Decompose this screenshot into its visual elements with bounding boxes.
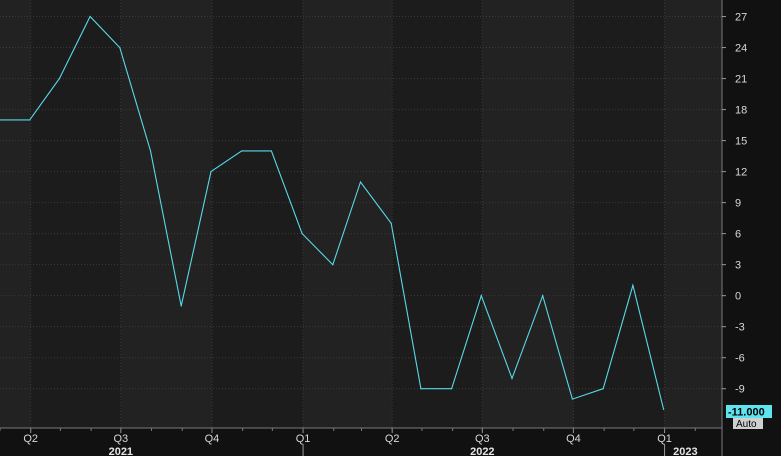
- data-point: [359, 181, 362, 183]
- y-axis-gutter: [722, 0, 781, 456]
- y-tick-label: 27: [735, 12, 747, 24]
- y-tick-label: -3: [735, 322, 745, 334]
- data-point: [241, 150, 243, 152]
- y-tick-label: -6: [735, 353, 745, 365]
- x-tick-label: Q4: [205, 433, 220, 445]
- x-tick-label: Q4: [566, 433, 581, 445]
- plot-band: [573, 0, 665, 428]
- x-tick-label: Q1: [657, 433, 672, 445]
- last-value-marker: -11.000: [726, 405, 772, 419]
- x-tick-label: Q2: [23, 433, 38, 445]
- x-tick-label: Q1: [296, 433, 311, 445]
- y-tick-label: 24: [735, 43, 747, 55]
- y-tick-label: 21: [735, 74, 747, 86]
- plot-band: [0, 0, 31, 428]
- y-tick-label: 0: [735, 291, 741, 303]
- y-tick-label: 15: [735, 136, 747, 148]
- plot-band: [482, 0, 574, 428]
- data-point: [270, 150, 272, 152]
- data-point: [420, 388, 422, 390]
- data-point: [390, 222, 392, 224]
- data-point: [632, 284, 634, 286]
- data-point: [149, 150, 152, 152]
- data-point: [301, 233, 303, 235]
- data-point: [58, 77, 61, 80]
- year-label: 2023: [673, 446, 697, 456]
- data-point: [511, 377, 513, 379]
- plot-band: [664, 0, 722, 428]
- data-point: [451, 388, 453, 390]
- auto-scale-control[interactable]: Auto: [733, 418, 763, 430]
- y-tick-label: 12: [735, 167, 747, 179]
- y-tick-label: 6: [735, 229, 741, 241]
- plot-band: [303, 0, 393, 428]
- plot-band: [211, 0, 304, 428]
- y-tick-label: 18: [735, 105, 747, 117]
- data-point: [662, 408, 665, 410]
- year-label: 2022: [470, 446, 494, 456]
- y-tick-label: 3: [735, 260, 741, 272]
- y-tick-label: -9: [735, 384, 745, 396]
- plot-bands: [0, 0, 781, 456]
- data-point: [180, 305, 182, 307]
- data-point: [542, 295, 544, 297]
- auto-scale-label[interactable]: Auto: [736, 419, 757, 430]
- last-value-label: -11.000: [728, 407, 765, 419]
- data-point: [332, 264, 334, 266]
- plot-band: [392, 0, 483, 428]
- data-point: [29, 119, 31, 121]
- x-tick-label: Q3: [113, 433, 128, 445]
- data-point: [210, 171, 212, 173]
- year-label: 2021: [109, 446, 133, 456]
- plot-band: [120, 0, 212, 428]
- x-tick-label: Q2: [385, 433, 400, 445]
- data-point: [119, 46, 121, 49]
- line-chart: 2724211815129630-3-6-9 Q2 Q3 Q4 Q1 Q2 Q3 Q4 Q12…: [0, 0, 781, 456]
- y-tick-label: 9: [735, 198, 741, 210]
- data-point: [89, 15, 91, 18]
- x-tick-label: Q3: [475, 433, 490, 445]
- data-point: [571, 398, 574, 400]
- data-point: [480, 295, 482, 297]
- data-point: [602, 388, 604, 390]
- plot-band: [30, 0, 121, 428]
